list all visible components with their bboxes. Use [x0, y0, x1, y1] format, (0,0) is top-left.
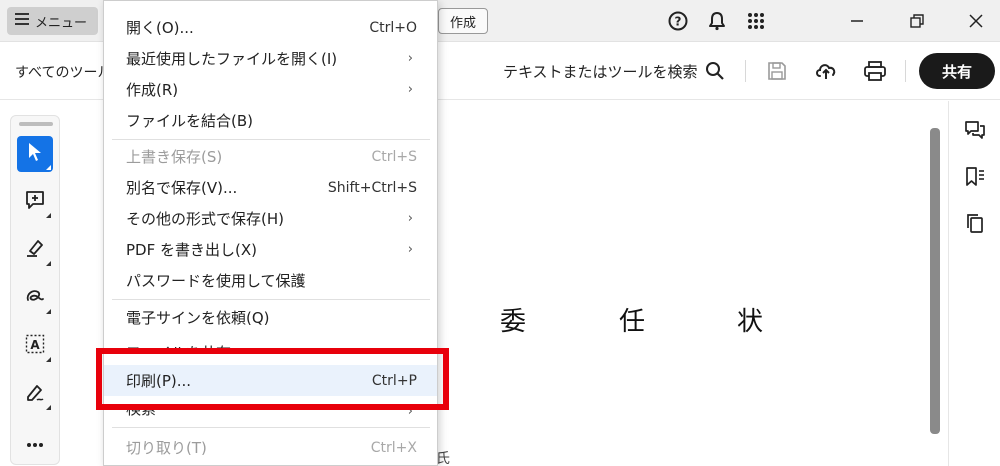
svg-text:A: A: [30, 338, 40, 352]
highlighter-icon: [25, 238, 45, 262]
menu-item-save: 上書き保存(S) Ctrl+S: [104, 141, 437, 172]
quick-tools-panel: A: [10, 115, 60, 465]
submenu-arrow-icon: ›: [407, 242, 413, 257]
menu-item-label: ファイルを結合(B): [126, 112, 253, 130]
menu-item-password-protect[interactable]: パスワードを使用して保護: [104, 265, 437, 296]
more-tools-button[interactable]: [17, 424, 53, 460]
select-tool-button[interactable]: [17, 136, 53, 172]
menu-item-shortcut: Ctrl+S: [371, 148, 417, 165]
menu-divider: [112, 139, 430, 140]
pen-sign-icon: [25, 382, 45, 406]
menu-item-cut: 切り取り(T) Ctrl+X: [104, 432, 437, 463]
more-dots-icon: [26, 433, 44, 452]
menu-divider: [112, 427, 430, 428]
menu-item-open[interactable]: 開く(O)... Ctrl+O: [104, 12, 437, 43]
menu-item-label: 別名で保存(V)...: [126, 179, 238, 197]
toolbar-divider: [745, 60, 746, 82]
menu-item-label: パスワードを使用して保護: [126, 272, 306, 290]
panel-drag-handle[interactable]: [19, 122, 53, 126]
minimize-icon[interactable]: [843, 7, 871, 35]
toolbar-divider: [905, 60, 906, 82]
all-tools-tab[interactable]: すべてのツール: [15, 62, 111, 82]
create-button[interactable]: 作成: [438, 8, 488, 34]
doc-title-char: 状: [737, 307, 764, 337]
menu-item-label: 上書き保存(S): [126, 148, 223, 166]
hamburger-icon: [15, 13, 29, 29]
menu-item-label: 切り取り(T): [126, 439, 207, 457]
doc-partial-text: 氏: [436, 451, 450, 466]
menu-divider: [112, 299, 430, 300]
submenu-arrow-icon: ›: [407, 82, 413, 97]
doc-title-char: 委: [500, 307, 527, 337]
menu-item-save-other-format[interactable]: その他の形式で保存(H) ›: [104, 203, 437, 234]
menu-item-combine-files[interactable]: ファイルを結合(B): [104, 105, 437, 136]
menu-item-export-pdf[interactable]: PDF を書き出し(X) ›: [104, 234, 437, 265]
add-comment-tool-button[interactable]: [17, 184, 53, 220]
pages-icon[interactable]: [963, 211, 987, 235]
vertical-scrollbar[interactable]: [930, 128, 940, 434]
comment-plus-icon: [25, 190, 45, 214]
search-icon[interactable]: [701, 57, 729, 85]
menu-item-label: 作成(R): [126, 81, 179, 99]
cursor-arrow-icon: [27, 142, 43, 166]
menu-item-label: 開く(O)...: [126, 19, 194, 37]
save-icon[interactable]: [763, 57, 791, 85]
search-placeholder[interactable]: テキストまたはツールを検索: [503, 61, 698, 82]
menu-item-label: 電子サインを依頼(Q): [126, 309, 270, 327]
menu-item-shortcut: Ctrl+X: [370, 439, 417, 456]
menu-item-label: PDF を書き出し(X): [126, 241, 257, 259]
bell-icon[interactable]: [705, 9, 729, 33]
menu-item-create[interactable]: 作成(R) ›: [104, 74, 437, 105]
draw-tool-button[interactable]: [17, 280, 53, 316]
right-panel-rail: [948, 101, 1000, 466]
close-icon[interactable]: [962, 7, 990, 35]
apps-grid-icon[interactable]: [744, 9, 768, 33]
menu-button-label: メニュー: [35, 15, 88, 31]
svg-text:?: ?: [675, 15, 682, 29]
comments-icon[interactable]: [963, 119, 987, 143]
text-box-icon: A: [25, 334, 45, 358]
restore-icon[interactable]: [903, 7, 931, 35]
help-icon[interactable]: ?: [666, 9, 690, 33]
print-icon[interactable]: [861, 57, 889, 85]
menu-item-label: その他の形式で保存(H): [126, 210, 284, 228]
menu-item-label: 最近使用したファイルを開く(I): [126, 50, 338, 68]
submenu-arrow-icon: ›: [407, 51, 413, 66]
submenu-arrow-icon: ›: [407, 211, 413, 226]
menu-button[interactable]: メニュー: [7, 7, 98, 35]
print-highlight-annotation: [96, 348, 449, 410]
highlight-tool-button[interactable]: [17, 232, 53, 268]
app-window: メニュー 作成 ? すべてのツール テキストまたはツールを検索 共有 A 委 任…: [0, 0, 1000, 466]
freehand-draw-icon: [25, 286, 45, 310]
cloud-upload-icon[interactable]: [812, 57, 840, 85]
share-button[interactable]: 共有: [919, 53, 995, 89]
menu-item-recent-files[interactable]: 最近使用したファイルを開く(I) ›: [104, 43, 437, 74]
menu-item-shortcut: Ctrl+O: [369, 19, 417, 36]
doc-title-char: 任: [619, 307, 646, 337]
menu-item-shortcut: Shift+Ctrl+S: [327, 179, 417, 196]
menu-item-save-as[interactable]: 別名で保存(V)... Shift+Ctrl+S: [104, 172, 437, 203]
menu-item-request-signature[interactable]: 電子サインを依頼(Q): [104, 302, 437, 333]
text-tool-button[interactable]: A: [17, 328, 53, 364]
sign-tool-button[interactable]: [17, 376, 53, 412]
bookmarks-icon[interactable]: [963, 165, 987, 189]
